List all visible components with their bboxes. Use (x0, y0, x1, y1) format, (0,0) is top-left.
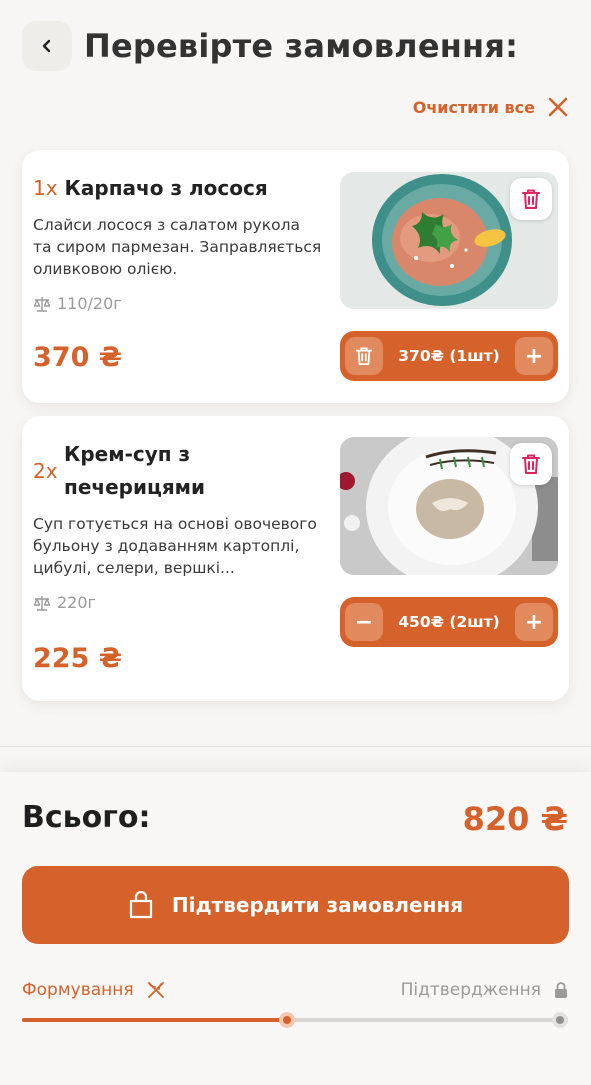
increase-quantity-button[interactable]: + (514, 337, 553, 375)
item-description: Суп готується на основі овочевого бульон… (33, 515, 317, 577)
stepper-value: 370₴ (1шт) (398, 347, 500, 365)
bag-icon (129, 890, 153, 919)
item-weight: 110/20г (33, 294, 122, 313)
clear-all-label: Очистити все (412, 97, 535, 117)
quantity-stepper: − 450₴ (2шт) + (340, 597, 558, 647)
remove-item-button[interactable] (345, 337, 383, 375)
item-weight-value: 220г (57, 593, 96, 612)
fork-knife-icon (147, 982, 164, 998)
item-title: 1x Карпачо з лосося (33, 172, 323, 205)
item-description: Слайси лосося з салатом рукола та сиром … (33, 216, 322, 278)
progress-step-confirmation: Підтвердження (401, 980, 569, 1000)
trash-icon (522, 189, 540, 209)
scale-icon (33, 595, 51, 611)
item-weight-value: 110/20г (57, 294, 122, 313)
confirm-order-button[interactable]: Підтвердити замовлення (22, 866, 569, 944)
progress-end-dot (552, 1012, 568, 1028)
trash-icon (522, 454, 540, 474)
back-button[interactable] (22, 21, 72, 71)
chevron-left-icon (42, 39, 51, 53)
header: Перевірте замовлення: (22, 20, 571, 72)
clear-all-button[interactable]: Очистити все (413, 96, 569, 118)
confirm-order-label: Підтвердити замовлення (171, 893, 464, 917)
progress-step-forming-label: Формування (22, 980, 134, 1000)
progress-step-forming: Формування (22, 980, 166, 1000)
cart-item-card: 2x Крем-суп з печерицями Суп готується н… (22, 416, 569, 701)
item-name: Крем-суп з печерицями (64, 442, 206, 499)
item-photo (340, 437, 558, 575)
lock-icon (555, 982, 567, 998)
delete-item-button[interactable] (510, 443, 552, 485)
total-value: 820 ₴ (462, 800, 568, 838)
progress-current-dot (278, 1012, 295, 1028)
item-price: 370 ₴ (33, 342, 122, 373)
total-label: Всього: (22, 800, 151, 835)
item-title: 2x Крем-суп з печерицями (33, 438, 323, 504)
progress-bar (22, 1012, 568, 1028)
scale-icon (33, 296, 51, 312)
item-name: Карпачо з лосося (64, 176, 268, 200)
divider (0, 746, 591, 747)
delete-item-button[interactable] (510, 178, 552, 220)
stepper-value: 450₴ (2шт) (398, 613, 500, 631)
item-price: 225 ₴ (33, 643, 122, 674)
increase-quantity-button[interactable]: + (514, 603, 553, 641)
item-weight: 220г (33, 593, 96, 612)
progress-fill (22, 1018, 287, 1022)
item-quantity: 1x (33, 176, 58, 200)
close-icon (548, 97, 568, 117)
page-title: Перевірте замовлення: (84, 27, 519, 65)
decrease-quantity-button[interactable]: − (345, 603, 383, 641)
item-quantity: 2x (33, 459, 58, 483)
progress-step-confirmation-label: Підтвердження (400, 980, 541, 1000)
trash-icon (355, 347, 373, 365)
quantity-stepper: 370₴ (1шт) + (340, 331, 558, 381)
cart-item-card: 1x Карпачо з лосося Слайси лосося з сала… (22, 150, 569, 403)
item-photo (340, 172, 558, 309)
